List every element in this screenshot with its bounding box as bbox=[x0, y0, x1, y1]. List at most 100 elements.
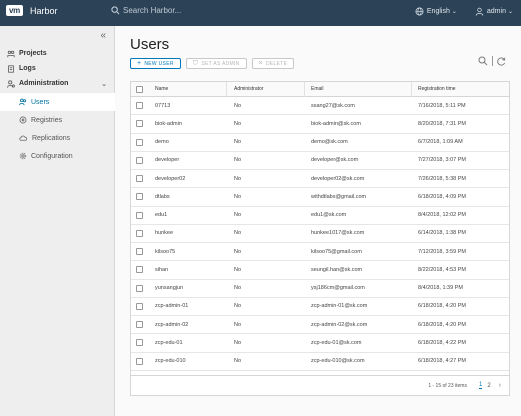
table-row[interactable]: yunsangjun No ysj186cm@gmail.com 8/4/2018, … bbox=[131, 280, 509, 298]
cell-administrator: No bbox=[234, 102, 242, 109]
checkbox[interactable] bbox=[135, 357, 143, 365]
row-checkbox[interactable] bbox=[131, 156, 147, 164]
sidebar-item-logs[interactable]: Logs bbox=[0, 61, 115, 76]
cell-email: zcp-admin-01@sk.com bbox=[311, 303, 368, 310]
row-checkbox[interactable] bbox=[131, 102, 147, 110]
table-row[interactable]: developer02 No developer02@sk.com 7/26/2018… bbox=[131, 170, 509, 189]
set-as-admin-button[interactable]: ⛉ SET AS ADMIN bbox=[185, 58, 247, 69]
table-row[interactable]: 07713 No ssang27@sk.com 7/16/2018, 5:11 PM bbox=[131, 97, 509, 116]
replications-icon bbox=[19, 135, 28, 141]
global-search[interactable]: Search Harbor... bbox=[111, 6, 181, 15]
table-row[interactable]: developer No developer@sk.com 7/27/2018, 3:… bbox=[131, 152, 509, 170]
table-row[interactable]: kilsoo75 No kilsoo75@gmail.com 7/12/2018, 3… bbox=[131, 243, 509, 262]
sidebar-item-projects[interactable]: Projects bbox=[0, 46, 115, 61]
row-checkbox[interactable] bbox=[131, 266, 147, 274]
cell-registration-time: 6/18/2018, 4:20 PM bbox=[418, 303, 467, 310]
table-row[interactable]: zcp-admin-02 No zcp-admin-02@sk.com 6/18/20… bbox=[131, 316, 509, 335]
sidebar-item-registries[interactable]: Registries bbox=[0, 111, 115, 129]
row-checkbox[interactable] bbox=[131, 211, 147, 219]
cell-name: biok-admin bbox=[155, 120, 182, 127]
cell-email: seungil.han@sk.com bbox=[311, 266, 363, 273]
sidebar-item-administration[interactable]: Administration ⌄ bbox=[0, 76, 115, 91]
checkbox[interactable] bbox=[135, 85, 143, 93]
cell-email: zcp-edu-010@sk.com bbox=[311, 358, 365, 365]
row-checkbox[interactable] bbox=[131, 284, 147, 292]
checkbox[interactable] bbox=[135, 266, 143, 274]
sidebar-item-replications[interactable]: Replications bbox=[0, 129, 115, 147]
checkbox[interactable] bbox=[135, 229, 143, 237]
column-header-registration-time[interactable]: Registration time bbox=[412, 86, 509, 92]
row-checkbox[interactable] bbox=[131, 321, 147, 329]
search-input[interactable]: Search Harbor... bbox=[123, 6, 181, 15]
checkbox[interactable] bbox=[135, 175, 143, 183]
page-1-link[interactable]: 1 bbox=[478, 382, 483, 389]
grid-actions bbox=[478, 56, 506, 66]
chevron-down-icon: ⌄ bbox=[451, 9, 457, 15]
sidebar-item-configuration[interactable]: Configuration bbox=[0, 147, 115, 165]
cell-name: sihan bbox=[155, 266, 169, 273]
cell-name: hunkee bbox=[155, 230, 174, 237]
checkbox[interactable] bbox=[135, 284, 143, 292]
checkbox[interactable] bbox=[135, 120, 143, 128]
select-all-checkbox[interactable] bbox=[131, 85, 147, 93]
checkbox[interactable] bbox=[135, 302, 143, 310]
row-checkbox[interactable] bbox=[131, 138, 147, 146]
table-row[interactable]: zcp-admin-01 No zcp-admin-01@sk.com 6/18/20… bbox=[131, 298, 509, 316]
gear-icon bbox=[19, 152, 27, 160]
column-header-name[interactable]: Name bbox=[147, 81, 227, 97]
cell-administrator: No bbox=[234, 230, 242, 237]
cell-email: demo@sk.com bbox=[311, 139, 348, 146]
table-row[interactable]: edu1 No edu1@sk.com 8/4/2018, 12:02 PM bbox=[131, 207, 509, 225]
page-2-link[interactable]: 2 bbox=[487, 383, 490, 389]
table-row[interactable]: biok-admin No biok-admin@sk.com 8/20/2018, … bbox=[131, 115, 509, 134]
sidebar-item-label: Users bbox=[31, 98, 50, 106]
cell-administrator: No bbox=[234, 193, 242, 200]
checkbox[interactable] bbox=[135, 211, 143, 219]
checkbox[interactable] bbox=[135, 248, 143, 256]
refresh-icon[interactable] bbox=[497, 57, 506, 66]
cell-name: dtlabs bbox=[155, 193, 170, 200]
column-header-administrator[interactable]: Administrator bbox=[227, 81, 305, 97]
table-row[interactable]: demo No demo@sk.com 6/7/2018, 1:09 AM bbox=[131, 134, 509, 152]
checkbox[interactable] bbox=[135, 156, 143, 164]
checkbox[interactable] bbox=[135, 339, 143, 347]
delete-button[interactable]: × DELETE bbox=[251, 58, 295, 69]
table-row[interactable]: hunkee No hunkee1017@sk.com 6/14/2018, 1:38… bbox=[131, 225, 509, 243]
column-header-email[interactable]: Email bbox=[305, 81, 412, 97]
language-selector[interactable]: English ⌄ bbox=[415, 7, 457, 16]
cell-administrator: No bbox=[234, 339, 242, 346]
row-checkbox[interactable] bbox=[131, 248, 147, 256]
row-checkbox[interactable] bbox=[131, 175, 147, 183]
brand[interactable]: vm Harbor bbox=[6, 5, 57, 16]
row-checkbox[interactable] bbox=[131, 339, 147, 347]
cell-email: developer@sk.com bbox=[311, 157, 359, 164]
search-icon[interactable] bbox=[478, 56, 488, 66]
cell-name: yunsangjun bbox=[155, 285, 184, 292]
cell-name: demo bbox=[155, 139, 169, 146]
vmware-logo: vm bbox=[6, 5, 23, 16]
row-checkbox[interactable] bbox=[131, 302, 147, 310]
collapse-sidebar-icon[interactable]: « bbox=[100, 30, 106, 41]
new-user-button[interactable]: + NEW USER bbox=[130, 58, 181, 69]
new-user-label: NEW USER bbox=[144, 60, 174, 67]
table-row[interactable]: zcp-edu-010 No zcp-edu-010@sk.com 6/18/2018… bbox=[131, 353, 509, 371]
sidebar: « Projects Logs Administration ⌄ Users R… bbox=[0, 26, 115, 416]
row-checkbox[interactable] bbox=[131, 120, 147, 128]
checkbox[interactable] bbox=[135, 138, 143, 146]
language-label: English bbox=[426, 8, 450, 15]
checkbox[interactable] bbox=[135, 193, 143, 201]
next-page-icon[interactable]: › bbox=[499, 382, 501, 389]
globe-icon bbox=[415, 7, 424, 16]
checkbox[interactable] bbox=[135, 102, 143, 110]
table-row[interactable]: dtlabs No withdtlabs@gmail.com 6/18/2018, 4… bbox=[131, 188, 509, 207]
row-checkbox[interactable] bbox=[131, 357, 147, 365]
checkbox[interactable] bbox=[135, 321, 143, 329]
sidebar-item-users[interactable]: Users bbox=[0, 93, 115, 111]
table-row[interactable]: sihan No seungil.han@sk.com 8/22/2018, 4:53… bbox=[131, 261, 509, 280]
top-header: vm Harbor Search Harbor... English ⌄ adm… bbox=[0, 0, 521, 26]
user-menu[interactable]: admin ⌄ bbox=[475, 7, 513, 16]
row-checkbox[interactable] bbox=[131, 193, 147, 201]
sidebar-item-label: Replications bbox=[32, 134, 71, 142]
table-row[interactable]: zcp-edu-01 No zcp-edu-01@sk.com 6/18/2018, … bbox=[131, 334, 509, 353]
row-checkbox[interactable] bbox=[131, 229, 147, 237]
